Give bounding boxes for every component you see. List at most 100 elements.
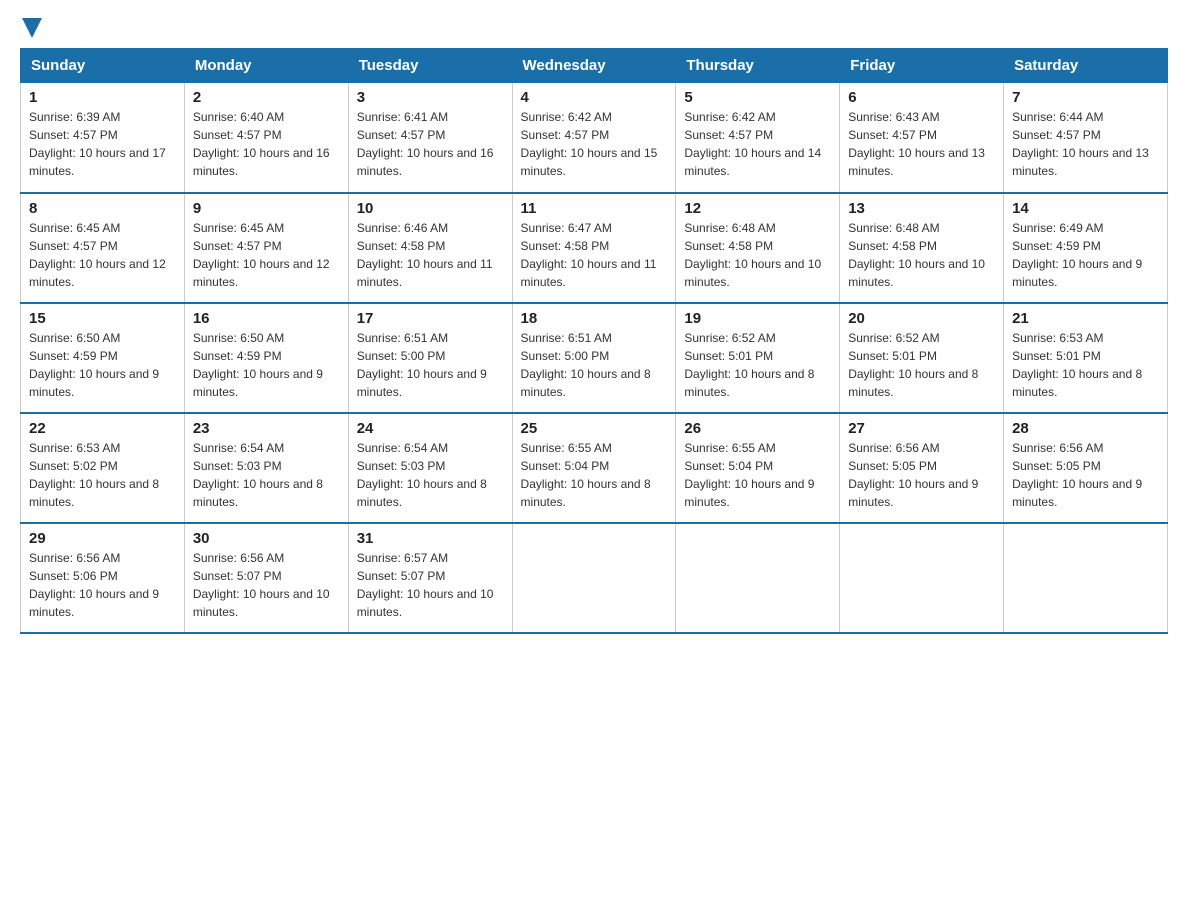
day-number: 16	[193, 310, 340, 327]
day-info: Sunrise: 6:39 AMSunset: 4:57 PMDaylight:…	[29, 110, 166, 178]
day-number: 24	[357, 420, 504, 437]
page-header	[20, 20, 1168, 38]
calendar-cell: 2 Sunrise: 6:40 AMSunset: 4:57 PMDayligh…	[184, 83, 348, 193]
day-info: Sunrise: 6:56 AMSunset: 5:05 PMDaylight:…	[848, 441, 978, 509]
calendar-cell: 5 Sunrise: 6:42 AMSunset: 4:57 PMDayligh…	[676, 83, 840, 193]
calendar-cell	[676, 523, 840, 633]
calendar-cell: 3 Sunrise: 6:41 AMSunset: 4:57 PMDayligh…	[348, 83, 512, 193]
day-info: Sunrise: 6:40 AMSunset: 4:57 PMDaylight:…	[193, 110, 330, 178]
calendar-cell: 27 Sunrise: 6:56 AMSunset: 5:05 PMDaylig…	[840, 413, 1004, 523]
day-info: Sunrise: 6:51 AMSunset: 5:00 PMDaylight:…	[357, 331, 487, 399]
day-info: Sunrise: 6:56 AMSunset: 5:07 PMDaylight:…	[193, 551, 330, 619]
day-info: Sunrise: 6:48 AMSunset: 4:58 PMDaylight:…	[684, 221, 821, 289]
day-info: Sunrise: 6:57 AMSunset: 5:07 PMDaylight:…	[357, 551, 494, 619]
day-number: 28	[1012, 420, 1159, 437]
day-info: Sunrise: 6:51 AMSunset: 5:00 PMDaylight:…	[521, 331, 651, 399]
calendar-cell: 14 Sunrise: 6:49 AMSunset: 4:59 PMDaylig…	[1004, 193, 1168, 303]
calendar-cell: 18 Sunrise: 6:51 AMSunset: 5:00 PMDaylig…	[512, 303, 676, 413]
weekday-header-thursday: Thursday	[676, 49, 840, 83]
day-info: Sunrise: 6:54 AMSunset: 5:03 PMDaylight:…	[357, 441, 487, 509]
calendar-cell	[840, 523, 1004, 633]
calendar-cell	[1004, 523, 1168, 633]
calendar-cell: 31 Sunrise: 6:57 AMSunset: 5:07 PMDaylig…	[348, 523, 512, 633]
day-info: Sunrise: 6:42 AMSunset: 4:57 PMDaylight:…	[684, 110, 821, 178]
day-number: 14	[1012, 200, 1159, 217]
logo	[20, 20, 42, 38]
calendar-cell: 29 Sunrise: 6:56 AMSunset: 5:06 PMDaylig…	[21, 523, 185, 633]
day-number: 15	[29, 310, 176, 327]
week-row-5: 29 Sunrise: 6:56 AMSunset: 5:06 PMDaylig…	[21, 523, 1168, 633]
calendar-cell: 19 Sunrise: 6:52 AMSunset: 5:01 PMDaylig…	[676, 303, 840, 413]
calendar-cell: 21 Sunrise: 6:53 AMSunset: 5:01 PMDaylig…	[1004, 303, 1168, 413]
day-number: 23	[193, 420, 340, 437]
day-info: Sunrise: 6:47 AMSunset: 4:58 PMDaylight:…	[521, 221, 657, 289]
logo-triangle-icon	[22, 18, 42, 38]
day-number: 31	[357, 530, 504, 547]
week-row-2: 8 Sunrise: 6:45 AMSunset: 4:57 PMDayligh…	[21, 193, 1168, 303]
day-number: 7	[1012, 89, 1159, 106]
calendar-cell: 15 Sunrise: 6:50 AMSunset: 4:59 PMDaylig…	[21, 303, 185, 413]
weekday-header-monday: Monday	[184, 49, 348, 83]
weekday-header-friday: Friday	[840, 49, 1004, 83]
day-info: Sunrise: 6:50 AMSunset: 4:59 PMDaylight:…	[193, 331, 323, 399]
calendar-cell: 6 Sunrise: 6:43 AMSunset: 4:57 PMDayligh…	[840, 83, 1004, 193]
day-number: 3	[357, 89, 504, 106]
calendar-cell	[512, 523, 676, 633]
week-row-4: 22 Sunrise: 6:53 AMSunset: 5:02 PMDaylig…	[21, 413, 1168, 523]
calendar-cell: 9 Sunrise: 6:45 AMSunset: 4:57 PMDayligh…	[184, 193, 348, 303]
day-number: 1	[29, 89, 176, 106]
day-number: 17	[357, 310, 504, 327]
day-info: Sunrise: 6:46 AMSunset: 4:58 PMDaylight:…	[357, 221, 493, 289]
day-number: 27	[848, 420, 995, 437]
day-info: Sunrise: 6:52 AMSunset: 5:01 PMDaylight:…	[848, 331, 978, 399]
weekday-header-tuesday: Tuesday	[348, 49, 512, 83]
day-info: Sunrise: 6:45 AMSunset: 4:57 PMDaylight:…	[29, 221, 166, 289]
day-number: 26	[684, 420, 831, 437]
day-number: 9	[193, 200, 340, 217]
day-info: Sunrise: 6:54 AMSunset: 5:03 PMDaylight:…	[193, 441, 323, 509]
calendar-cell: 8 Sunrise: 6:45 AMSunset: 4:57 PMDayligh…	[21, 193, 185, 303]
calendar-cell: 17 Sunrise: 6:51 AMSunset: 5:00 PMDaylig…	[348, 303, 512, 413]
calendar-table: SundayMondayTuesdayWednesdayThursdayFrid…	[20, 48, 1168, 634]
day-info: Sunrise: 6:50 AMSunset: 4:59 PMDaylight:…	[29, 331, 159, 399]
day-number: 19	[684, 310, 831, 327]
day-number: 21	[1012, 310, 1159, 327]
day-info: Sunrise: 6:55 AMSunset: 5:04 PMDaylight:…	[521, 441, 651, 509]
calendar-cell: 28 Sunrise: 6:56 AMSunset: 5:05 PMDaylig…	[1004, 413, 1168, 523]
calendar-cell: 1 Sunrise: 6:39 AMSunset: 4:57 PMDayligh…	[21, 83, 185, 193]
day-number: 12	[684, 200, 831, 217]
day-number: 20	[848, 310, 995, 327]
day-info: Sunrise: 6:41 AMSunset: 4:57 PMDaylight:…	[357, 110, 494, 178]
day-number: 18	[521, 310, 668, 327]
weekday-header-wednesday: Wednesday	[512, 49, 676, 83]
day-number: 13	[848, 200, 995, 217]
day-number: 25	[521, 420, 668, 437]
day-info: Sunrise: 6:55 AMSunset: 5:04 PMDaylight:…	[684, 441, 814, 509]
calendar-cell: 23 Sunrise: 6:54 AMSunset: 5:03 PMDaylig…	[184, 413, 348, 523]
calendar-cell: 13 Sunrise: 6:48 AMSunset: 4:58 PMDaylig…	[840, 193, 1004, 303]
day-info: Sunrise: 6:52 AMSunset: 5:01 PMDaylight:…	[684, 331, 814, 399]
day-info: Sunrise: 6:42 AMSunset: 4:57 PMDaylight:…	[521, 110, 658, 178]
day-info: Sunrise: 6:45 AMSunset: 4:57 PMDaylight:…	[193, 221, 330, 289]
calendar-cell: 12 Sunrise: 6:48 AMSunset: 4:58 PMDaylig…	[676, 193, 840, 303]
day-number: 22	[29, 420, 176, 437]
day-number: 8	[29, 200, 176, 217]
day-number: 29	[29, 530, 176, 547]
calendar-cell: 7 Sunrise: 6:44 AMSunset: 4:57 PMDayligh…	[1004, 83, 1168, 193]
day-info: Sunrise: 6:44 AMSunset: 4:57 PMDaylight:…	[1012, 110, 1149, 178]
day-info: Sunrise: 6:53 AMSunset: 5:02 PMDaylight:…	[29, 441, 159, 509]
day-number: 10	[357, 200, 504, 217]
week-row-3: 15 Sunrise: 6:50 AMSunset: 4:59 PMDaylig…	[21, 303, 1168, 413]
week-row-1: 1 Sunrise: 6:39 AMSunset: 4:57 PMDayligh…	[21, 83, 1168, 193]
day-info: Sunrise: 6:48 AMSunset: 4:58 PMDaylight:…	[848, 221, 985, 289]
day-number: 30	[193, 530, 340, 547]
day-number: 6	[848, 89, 995, 106]
weekday-header-saturday: Saturday	[1004, 49, 1168, 83]
calendar-cell: 20 Sunrise: 6:52 AMSunset: 5:01 PMDaylig…	[840, 303, 1004, 413]
weekday-header-row: SundayMondayTuesdayWednesdayThursdayFrid…	[21, 49, 1168, 83]
day-info: Sunrise: 6:43 AMSunset: 4:57 PMDaylight:…	[848, 110, 985, 178]
calendar-cell: 11 Sunrise: 6:47 AMSunset: 4:58 PMDaylig…	[512, 193, 676, 303]
calendar-cell: 16 Sunrise: 6:50 AMSunset: 4:59 PMDaylig…	[184, 303, 348, 413]
calendar-cell: 30 Sunrise: 6:56 AMSunset: 5:07 PMDaylig…	[184, 523, 348, 633]
calendar-cell: 22 Sunrise: 6:53 AMSunset: 5:02 PMDaylig…	[21, 413, 185, 523]
